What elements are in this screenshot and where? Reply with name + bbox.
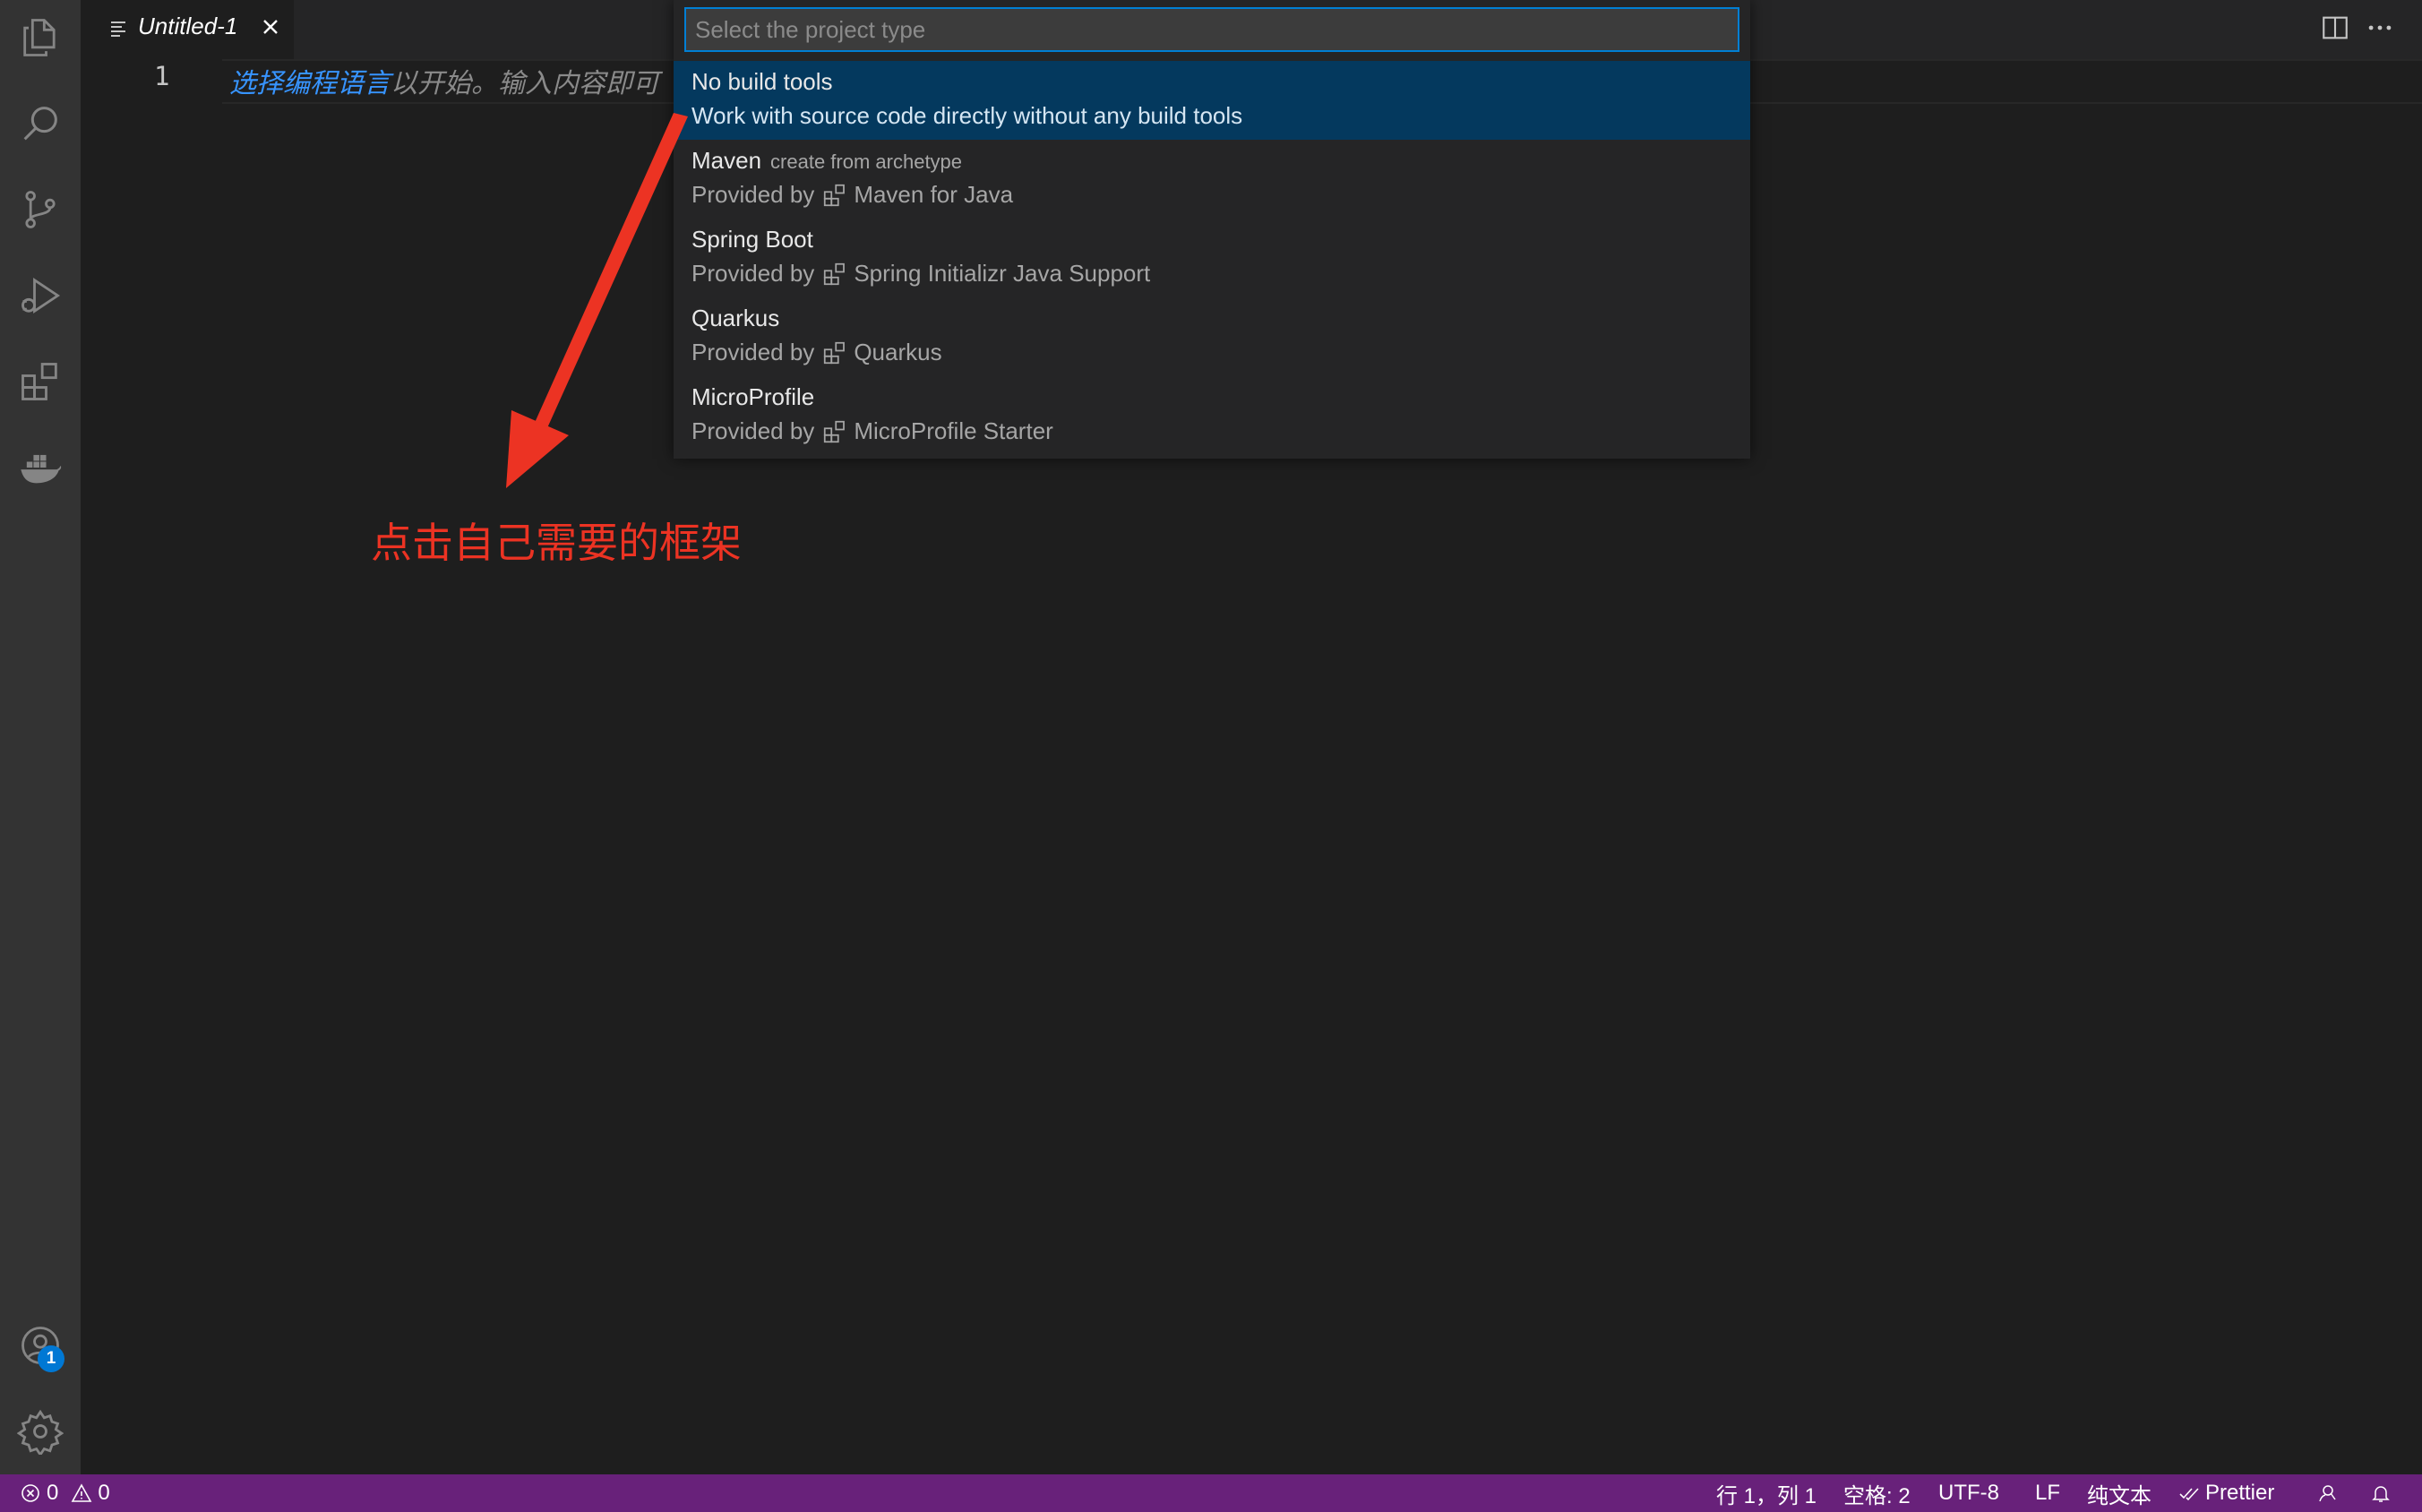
- files-icon[interactable]: [13, 11, 67, 64]
- item-detail: Provided by Maven for Java: [691, 181, 1014, 208]
- tab-untitled[interactable]: Untitled-1: [81, 0, 294, 59]
- source-control-icon[interactable]: [13, 183, 67, 236]
- extension-icon: [824, 262, 846, 285]
- close-icon[interactable]: [258, 14, 283, 39]
- extension-name: Spring Initializr Java Support: [854, 260, 1151, 287]
- warning-icon: [71, 1483, 92, 1502]
- extension-icon: [824, 420, 846, 442]
- more-actions-icon[interactable]: [2365, 13, 2395, 43]
- quick-pick: No build tools Work with source code dir…: [674, 0, 1750, 459]
- status-bar: 0 0 行 1，列 1 空格: 2 UTF-8 LF 纯文本 Prettier: [0, 1474, 2422, 1512]
- item-detail: Provided by Spring Initializr Java Suppo…: [691, 260, 1151, 287]
- extension-name: Maven for Java: [854, 181, 1014, 208]
- settings-gear-icon[interactable]: [13, 1405, 67, 1458]
- activity-bar: 1: [0, 0, 81, 1474]
- extension-name: Quarkus: [854, 339, 942, 365]
- quick-pick-item-spring-boot[interactable]: Spring Boot Provided by Spring Initializ…: [674, 219, 1750, 297]
- item-label: Spring Boot: [691, 226, 813, 253]
- encoding[interactable]: UTF-8: [1938, 1474, 1999, 1512]
- extension-name: MicroProfile Starter: [854, 417, 1053, 444]
- annotation-text: 点击自己需要的框架: [371, 520, 742, 566]
- notifications-bell-icon[interactable]: [2370, 1474, 2397, 1512]
- item-detail: Provided by Quarkus: [691, 339, 942, 365]
- item-description: create from archetype: [770, 150, 963, 173]
- prettier-status[interactable]: Prettier: [2178, 1474, 2274, 1512]
- split-editor-icon[interactable]: [2320, 13, 2350, 43]
- empty-editor-hint: 选择编程语言以开始。输入内容即可: [229, 61, 659, 100]
- item-label: Maven: [691, 147, 762, 174]
- error-count: 0: [47, 1481, 59, 1505]
- item-detail: Work with source code directly without a…: [691, 102, 1243, 129]
- feedback-icon[interactable]: [2316, 1474, 2343, 1512]
- item-label: MicroProfile: [691, 383, 815, 410]
- hint-text: 以开始。输入内容即可: [391, 69, 659, 99]
- warning-count: 0: [98, 1481, 110, 1505]
- cursor-position[interactable]: 行 1，列 1: [1716, 1474, 1816, 1512]
- language-mode[interactable]: 纯文本: [2087, 1474, 2151, 1512]
- account-badge: 1: [38, 1345, 64, 1372]
- search-icon[interactable]: [13, 97, 67, 150]
- select-language-link[interactable]: 选择编程语言: [229, 69, 391, 99]
- indentation[interactable]: 空格: 2: [1843, 1474, 1911, 1512]
- quick-pick-item-no-build-tools[interactable]: No build tools Work with source code dir…: [674, 61, 1750, 140]
- problems-indicator[interactable]: 0 0: [20, 1474, 110, 1512]
- error-icon: [21, 1484, 39, 1502]
- item-detail: Provided by MicroProfile Starter: [691, 417, 1053, 444]
- double-check-icon: [2179, 1488, 2199, 1501]
- quick-pick-item-maven[interactable]: Maven create from archetype Provided by M…: [674, 140, 1750, 219]
- run-debug-icon[interactable]: [13, 269, 67, 322]
- extensions-icon[interactable]: [13, 355, 67, 408]
- item-label: Quarkus: [691, 305, 780, 331]
- text-file-icon: [111, 21, 125, 37]
- extension-icon: [824, 341, 846, 364]
- docker-icon[interactable]: [13, 441, 67, 494]
- extension-icon: [824, 184, 846, 206]
- project-type-input[interactable]: [684, 7, 1739, 52]
- end-of-line[interactable]: LF: [2035, 1474, 2060, 1512]
- quick-pick-item-microprofile[interactable]: MicroProfile Provided by MicroProfile St…: [674, 376, 1750, 455]
- quick-pick-item-quarkus[interactable]: Quarkus Provided by Quarkus: [674, 297, 1750, 376]
- line-number: 1: [154, 61, 170, 91]
- item-label: No build tools: [691, 68, 833, 95]
- tab-title: Untitled-1: [138, 13, 238, 39]
